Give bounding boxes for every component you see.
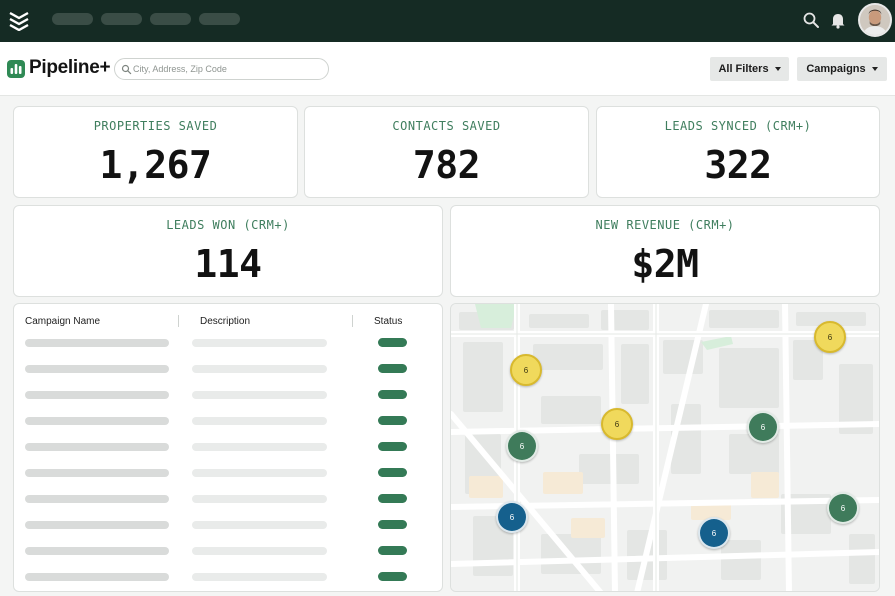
- campaign-name-placeholder: [25, 417, 169, 425]
- map-cluster-pin-green[interactable]: 6: [506, 430, 538, 462]
- bell-icon[interactable]: [829, 11, 847, 29]
- nav-item-placeholder-3[interactable]: [150, 13, 191, 25]
- map-cluster-pin-blue[interactable]: 6: [496, 501, 528, 533]
- stat-label: LEADS SYNCED (CRM+): [664, 119, 812, 133]
- stat-label: LEADS WON (CRM+): [166, 218, 290, 232]
- sub-header: Pipeline+ All Filters Campaigns: [0, 42, 895, 96]
- campaign-name-placeholder: [25, 469, 169, 477]
- table-row[interactable]: [14, 331, 442, 357]
- column-divider: [352, 315, 353, 327]
- status-pill: [378, 572, 407, 581]
- stat-card-contacts-saved: CONTACTS SAVED 782: [304, 106, 589, 198]
- pipeline-logo-icon: [7, 60, 25, 78]
- all-filters-label: All Filters: [718, 63, 769, 75]
- description-placeholder: [192, 521, 327, 529]
- layers-logo-icon[interactable]: [8, 9, 30, 31]
- map-cluster-pin-green[interactable]: 6: [827, 492, 859, 524]
- top-nav: [0, 0, 895, 42]
- map-cluster-pin-yellow[interactable]: 6: [601, 408, 633, 440]
- campaign-name-placeholder: [25, 521, 169, 529]
- description-placeholder: [192, 469, 327, 477]
- campaign-name-placeholder: [25, 573, 169, 581]
- table-row[interactable]: [14, 487, 442, 513]
- campaign-name-placeholder: [25, 365, 169, 373]
- nav-item-placeholder-1[interactable]: [52, 13, 93, 25]
- property-map[interactable]: 6 6 6 6 6 6 6 6: [450, 303, 880, 592]
- caret-down-icon: [774, 67, 781, 71]
- caret-down-icon: [871, 67, 878, 71]
- table-row[interactable]: [14, 565, 442, 591]
- campaign-table: Campaign Name Description Status: [13, 303, 443, 592]
- table-row[interactable]: [14, 461, 442, 487]
- search-icon[interactable]: [802, 11, 820, 29]
- description-placeholder: [192, 365, 327, 373]
- status-pill: [378, 364, 407, 373]
- description-placeholder: [192, 573, 327, 581]
- search-icon: [121, 64, 132, 75]
- status-pill: [378, 468, 407, 477]
- status-pill: [378, 546, 407, 555]
- stat-label: CONTACTS SAVED: [392, 119, 501, 133]
- status-pill: [378, 494, 407, 503]
- description-placeholder: [192, 547, 327, 555]
- status-pill: [378, 442, 407, 451]
- nav-item-placeholder-2[interactable]: [101, 13, 142, 25]
- user-avatar[interactable]: [858, 3, 892, 37]
- campaign-name-placeholder: [25, 443, 169, 451]
- location-search[interactable]: [114, 58, 329, 80]
- campaign-name-placeholder: [25, 495, 169, 503]
- stat-value: 114: [194, 242, 262, 286]
- description-placeholder: [192, 391, 327, 399]
- avatar-portrait-icon: [860, 5, 890, 35]
- campaign-name-placeholder: [25, 547, 169, 555]
- status-pill: [378, 416, 407, 425]
- campaigns-button[interactable]: Campaigns: [797, 57, 887, 81]
- stat-card-new-revenue: NEW REVENUE (CRM+) $2M: [450, 205, 880, 297]
- campaign-name-placeholder: [25, 339, 169, 347]
- map-cluster-pin-green[interactable]: 6: [747, 411, 779, 443]
- campaigns-label: Campaigns: [806, 63, 866, 75]
- table-row[interactable]: [14, 513, 442, 539]
- description-placeholder: [192, 339, 327, 347]
- stat-value: $2M: [631, 242, 699, 286]
- search-input[interactable]: [133, 61, 323, 77]
- all-filters-button[interactable]: All Filters: [710, 57, 789, 81]
- description-placeholder: [192, 443, 327, 451]
- stat-value: 782: [412, 143, 481, 187]
- stat-card-properties-saved: PROPERTIES SAVED 1,267: [13, 106, 298, 198]
- description-placeholder: [192, 495, 327, 503]
- map-cluster-pin-yellow[interactable]: 6: [814, 321, 846, 353]
- map-cluster-pin-blue[interactable]: 6: [698, 517, 730, 549]
- status-pill: [378, 390, 407, 399]
- column-header-campaign-name[interactable]: Campaign Name: [25, 316, 100, 327]
- stat-card-leads-won: LEADS WON (CRM+) 114: [13, 205, 443, 297]
- column-header-status[interactable]: Status: [374, 316, 402, 327]
- map-cluster-pin-yellow[interactable]: 6: [510, 354, 542, 386]
- stat-label: NEW REVENUE (CRM+): [595, 218, 735, 232]
- stat-value: 322: [704, 143, 772, 187]
- status-pill: [378, 338, 407, 347]
- table-row[interactable]: [14, 383, 442, 409]
- column-divider: [178, 315, 179, 327]
- brand-name: Pipeline+: [29, 57, 111, 78]
- campaign-name-placeholder: [25, 391, 169, 399]
- description-placeholder: [192, 417, 327, 425]
- status-pill: [378, 520, 407, 529]
- stat-value: 1,267: [99, 143, 212, 187]
- table-row[interactable]: [14, 357, 442, 383]
- table-row[interactable]: [14, 409, 442, 435]
- table-row[interactable]: [14, 435, 442, 461]
- nav-item-placeholder-4[interactable]: [199, 13, 240, 25]
- table-row[interactable]: [14, 539, 442, 565]
- column-header-description[interactable]: Description: [200, 316, 250, 327]
- stat-label: PROPERTIES SAVED: [93, 119, 218, 133]
- chart-bars-icon: [10, 64, 22, 74]
- stat-card-leads-synced: LEADS SYNCED (CRM+) 322: [596, 106, 880, 198]
